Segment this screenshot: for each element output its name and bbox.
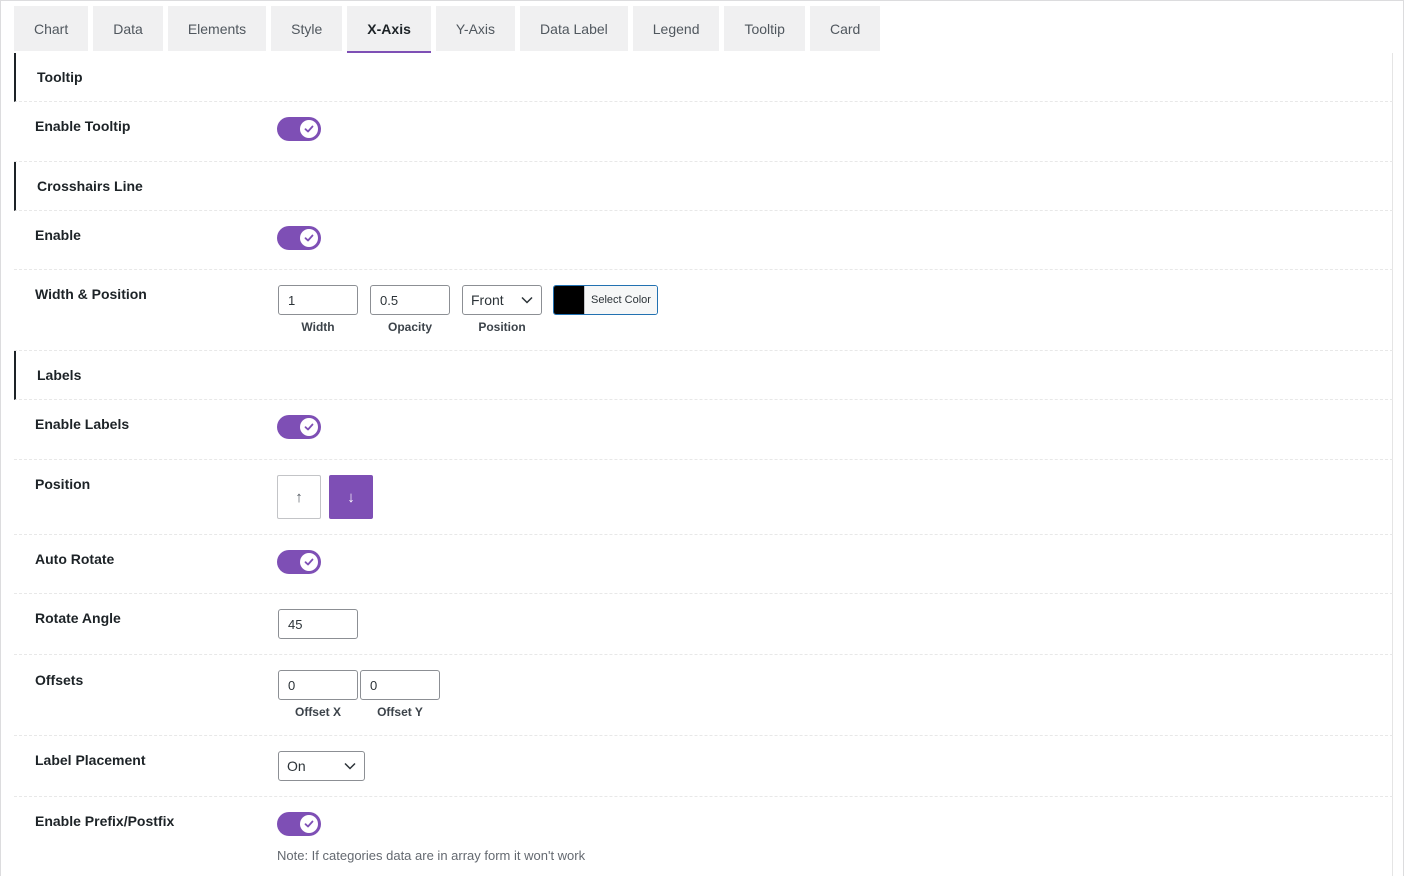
tab-data[interactable]: Data [93, 6, 163, 51]
auto-rotate-label: Auto Rotate [35, 551, 115, 567]
tab-tooltip[interactable]: Tooltip [724, 6, 805, 51]
section-crosshairs-header: Crosshairs Line [14, 162, 1393, 211]
position-caption: Position [478, 320, 526, 334]
section-title: Crosshairs Line [37, 178, 143, 194]
offset-x-field: 0 Offset X [278, 670, 358, 719]
tab-chart[interactable]: Chart [14, 6, 89, 51]
width-input[interactable]: 1 [278, 285, 358, 315]
section-labels-header: Labels [14, 351, 1393, 400]
row-auto-rotate: Auto Rotate [14, 535, 1393, 594]
rotate-angle-input[interactable]: 45 [278, 609, 358, 639]
offsets-label: Offsets [35, 672, 84, 688]
opacity-caption: Opacity [387, 320, 432, 334]
tab-data-label[interactable]: Data Label [520, 6, 628, 51]
tab-x-axis[interactable]: X-Axis [347, 6, 431, 53]
tab-style[interactable]: Style [271, 6, 343, 51]
tab-elements[interactable]: Elements [167, 6, 267, 51]
width-position-label: Width & Position [35, 286, 147, 302]
position-field: Front Position [462, 285, 542, 334]
select-value: Front [471, 292, 504, 308]
color-swatch [554, 286, 584, 314]
select-color-button[interactable]: Select Color [584, 286, 657, 314]
row-label-position: Position ↑ ↓ [14, 460, 1393, 535]
crosshairs-enable-label: Enable [35, 227, 81, 243]
tab-y-axis[interactable]: Y-Axis [435, 6, 516, 51]
opacity-field: 0.5 Opacity [370, 285, 450, 334]
offset-y-field: 0 Offset Y [360, 670, 440, 719]
crosshairs-position-select[interactable]: Front [462, 285, 542, 315]
offset-y-input[interactable]: 0 [360, 670, 440, 700]
row-prefix-postfix: Enable Prefix/Postfix Note: If categorie… [14, 797, 1393, 876]
chevron-down-icon [521, 296, 533, 304]
row-rotate-angle: Rotate Angle 45 [14, 594, 1393, 655]
opacity-input[interactable]: 0.5 [370, 285, 450, 315]
check-icon [300, 815, 318, 833]
label-position-label: Position [35, 476, 91, 492]
position-top-button[interactable]: ↑ [277, 475, 321, 519]
crosshairs-color-picker[interactable]: Select Color [553, 285, 658, 315]
check-icon [300, 418, 318, 436]
width-field: 1 Width [278, 285, 358, 334]
arrow-down-icon: ↓ [347, 488, 355, 506]
enable-labels-toggle[interactable] [277, 415, 321, 439]
auto-rotate-toggle[interactable] [277, 550, 321, 574]
row-label-placement: Label Placement On [14, 736, 1393, 797]
check-icon [300, 120, 318, 138]
section-tooltip-header: Tooltip [14, 53, 1393, 102]
row-crosshairs-enable: Enable [14, 211, 1393, 270]
offsets-controls: 0 Offset X 0 Offset Y [277, 670, 477, 730]
section-title: Labels [37, 367, 82, 383]
arrow-up-icon: ↑ [295, 488, 303, 506]
width-caption: Width [301, 320, 335, 334]
offset-y-caption: Offset Y [377, 705, 423, 719]
prefix-postfix-label: Enable Prefix/Postfix [35, 813, 175, 829]
enable-labels-label: Enable Labels [35, 416, 130, 432]
tab-legend[interactable]: Legend [632, 6, 720, 51]
section-title: Tooltip [37, 69, 83, 85]
settings-panel: Tooltip Enable Tooltip Crosshairs Line E… [14, 53, 1393, 876]
label-placement-select[interactable]: On [278, 751, 365, 781]
row-enable-tooltip: Enable Tooltip [14, 102, 1393, 162]
offset-x-caption: Offset X [294, 705, 341, 719]
select-value: On [287, 758, 306, 774]
tab-card[interactable]: Card [809, 6, 881, 51]
row-width-position: Width & Position 1 Width 0.5 Opacity Fro… [14, 270, 1393, 351]
row-enable-labels: Enable Labels [14, 400, 1393, 460]
enable-tooltip-label: Enable Tooltip [35, 118, 131, 134]
check-icon [300, 229, 318, 247]
offset-x-input[interactable]: 0 [278, 670, 358, 700]
row-offsets: Offsets 0 Offset X 0 Offset Y [14, 655, 1393, 736]
check-icon [300, 553, 318, 571]
prefix-postfix-note: Note: If categories data are in array fo… [277, 848, 586, 863]
label-placement-label: Label Placement [35, 752, 146, 768]
position-bottom-button[interactable]: ↓ [329, 475, 373, 519]
chevron-down-icon [344, 762, 356, 770]
crosshairs-enable-toggle[interactable] [277, 226, 321, 250]
prefix-postfix-toggle[interactable] [277, 812, 321, 836]
width-position-controls: 1 Width 0.5 Opacity Front Position Selec… [277, 285, 677, 345]
tab-bar: Chart Data Elements Style X-Axis Y-Axis … [14, 6, 881, 53]
rotate-angle-label: Rotate Angle [35, 610, 121, 626]
enable-tooltip-toggle[interactable] [277, 117, 321, 141]
